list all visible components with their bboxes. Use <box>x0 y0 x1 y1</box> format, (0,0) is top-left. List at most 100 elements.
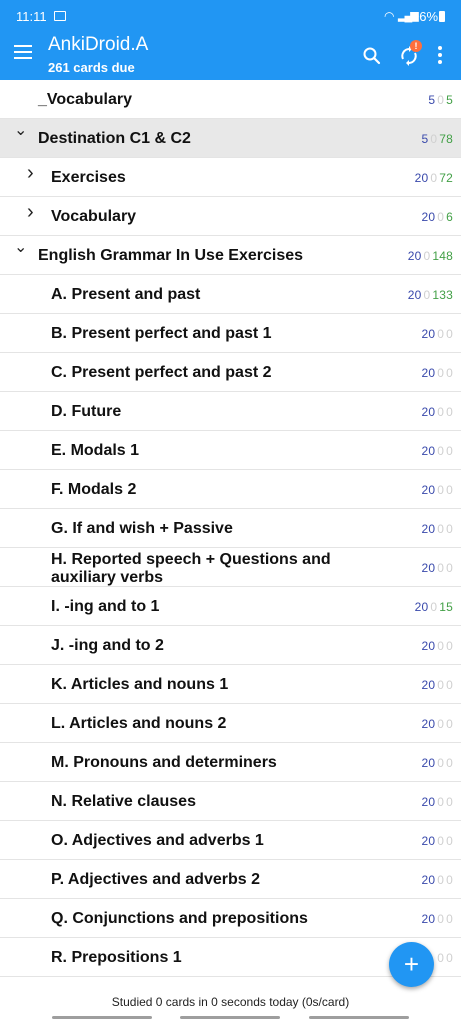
new-count: 20 <box>421 795 436 809</box>
deck-row[interactable]: N. Relative clauses 20 0 0 <box>0 782 461 821</box>
deck-row[interactable]: K. Articles and nouns 1 20 0 0 <box>0 665 461 704</box>
deck-name: Exercises <box>51 169 126 186</box>
chevron-right-icon[interactable]: › <box>27 202 39 222</box>
sync-alert-badge: ! <box>410 40 422 52</box>
deck-counts: 20 0 133 <box>408 288 453 302</box>
learn-count: 0 <box>437 561 445 575</box>
deck-row[interactable]: O. Adjectives and adverbs 1 20 0 0 <box>0 821 461 860</box>
review-count: 0 <box>446 639 453 653</box>
deck-name: J. -ing and to 2 <box>51 637 164 654</box>
deck-name: D. Future <box>51 403 122 420</box>
deck-name: F. Modals 2 <box>51 481 137 498</box>
deck-counts: 20 0 0 <box>422 912 454 926</box>
review-count: 0 <box>446 717 453 731</box>
learn-count: 0 <box>430 132 438 146</box>
new-count: 20 <box>421 327 436 341</box>
deck-row[interactable]: ⌄ English Grammar In Use Exercises 20 0 148 <box>0 236 461 275</box>
new-count: 20 <box>421 756 436 770</box>
deck-row[interactable]: › Vocabulary 20 0 6 <box>0 197 461 236</box>
deck-row[interactable]: C. Present perfect and past 2 20 0 0 <box>0 353 461 392</box>
deck-name: Destination C1 & C2 <box>38 130 191 147</box>
learn-count: 0 <box>437 483 445 497</box>
deck-row[interactable]: ⌄ Destination C1 & C2 5 0 78 <box>0 119 461 158</box>
learn-count: 0 <box>437 756 445 770</box>
deck-counts: 20 0 0 <box>422 834 454 848</box>
wifi-icon: ◠ <box>384 9 395 23</box>
review-count: 0 <box>446 561 453 575</box>
nav-pill-left <box>52 1016 152 1019</box>
app-title: AnkiDroid.A <box>48 34 149 55</box>
deck-list[interactable]: _Vocabulary 5 0 5 ⌄ Destination C1 & C2 5 0 78 › E… <box>0 80 461 995</box>
learn-count: 0 <box>437 951 445 965</box>
chevron-down-icon[interactable]: ⌄ <box>14 240 27 256</box>
add-fab-button[interactable]: + <box>389 942 434 987</box>
cards-due-subtitle: 261 cards due <box>48 60 135 75</box>
deck-row[interactable]: E. Modals 1 20 0 0 <box>0 431 461 470</box>
chevron-down-icon[interactable]: ⌄ <box>14 123 27 139</box>
deck-counts: 20 0 0 <box>422 327 454 341</box>
deck-name: H. Reported speech + Questions and auxil… <box>51 551 331 586</box>
deck-name: K. Articles and nouns 1 <box>51 676 229 693</box>
deck-row[interactable]: › Exercises 20 0 72 <box>0 158 461 197</box>
new-count: 20 <box>414 171 429 185</box>
deck-counts: 20 0 0 <box>422 678 454 692</box>
deck-row[interactable]: A. Present and past 20 0 133 <box>0 275 461 314</box>
nav-pill-center <box>180 1016 280 1019</box>
deck-counts: 20 0 0 <box>422 639 454 653</box>
status-time: 11:11 <box>16 9 47 24</box>
deck-name: L. Articles and nouns 2 <box>51 715 227 732</box>
new-count: 20 <box>421 639 436 653</box>
new-count: 20 <box>421 483 436 497</box>
deck-row[interactable]: F. Modals 2 20 0 0 <box>0 470 461 509</box>
deck-counts: 20 0 72 <box>415 171 453 185</box>
deck-name: E. Modals 1 <box>51 442 140 459</box>
review-count: 6 <box>446 210 453 224</box>
review-count: 0 <box>446 678 453 692</box>
deck-counts: 20 0 0 <box>422 366 454 380</box>
new-count: 20 <box>414 600 429 614</box>
review-count: 0 <box>446 795 453 809</box>
new-count: 20 <box>421 444 436 458</box>
new-count: 5 <box>421 132 429 146</box>
deck-row[interactable]: Q. Conjunctions and prepositions 20 0 0 <box>0 899 461 938</box>
deck-name: O. Adjectives and adverbs 1 <box>51 832 264 849</box>
review-count: 0 <box>446 522 453 536</box>
deck-row[interactable]: D. Future 20 0 0 <box>0 392 461 431</box>
deck-name: Vocabulary <box>51 208 137 225</box>
new-count: 20 <box>421 522 436 536</box>
menu-icon[interactable] <box>14 45 32 59</box>
review-count: 72 <box>439 171 453 185</box>
deck-row[interactable]: G. If and wish + Passive 20 0 0 <box>0 509 461 548</box>
deck-row[interactable]: H. Reported speech + Questions and auxil… <box>0 548 461 587</box>
deck-name: M. Pronouns and determiners <box>51 754 277 771</box>
deck-name: B. Present perfect and past 1 <box>51 325 272 342</box>
deck-name: N. Relative clauses <box>51 793 196 810</box>
deck-name: C. Present perfect and past 2 <box>51 364 272 381</box>
deck-row[interactable]: M. Pronouns and determiners 20 0 0 <box>0 743 461 782</box>
learn-count: 0 <box>437 795 445 809</box>
deck-row[interactable]: L. Articles and nouns 2 20 0 0 <box>0 704 461 743</box>
review-count: 0 <box>446 366 453 380</box>
new-count: 20 <box>421 405 436 419</box>
deck-row[interactable]: I. -ing and to 1 20 0 15 <box>0 587 461 626</box>
new-count: 20 <box>421 210 436 224</box>
battery-icon <box>439 11 445 22</box>
deck-row[interactable]: _Vocabulary 5 0 5 <box>0 80 461 119</box>
learn-count: 0 <box>437 717 445 731</box>
review-count: 133 <box>432 288 453 302</box>
learn-count: 0 <box>423 288 431 302</box>
deck-counts: 20 0 15 <box>415 600 453 614</box>
overflow-menu-icon[interactable] <box>437 46 443 66</box>
new-count: 20 <box>421 717 436 731</box>
review-count: 148 <box>432 249 453 263</box>
deck-row[interactable]: B. Present perfect and past 1 20 0 0 <box>0 314 461 353</box>
app-bar: AnkiDroid.A 261 cards due ! <box>0 32 461 80</box>
deck-row[interactable]: P. Adjectives and adverbs 2 20 0 0 <box>0 860 461 899</box>
chevron-right-icon[interactable]: › <box>27 163 39 183</box>
review-count: 78 <box>439 132 453 146</box>
deck-counts: 505 <box>428 93 453 107</box>
review-count: 0 <box>446 405 453 419</box>
search-icon[interactable] <box>362 46 382 66</box>
deck-row[interactable]: J. -ing and to 2 20 0 0 <box>0 626 461 665</box>
deck-counts: 20 0 0 <box>422 522 454 536</box>
